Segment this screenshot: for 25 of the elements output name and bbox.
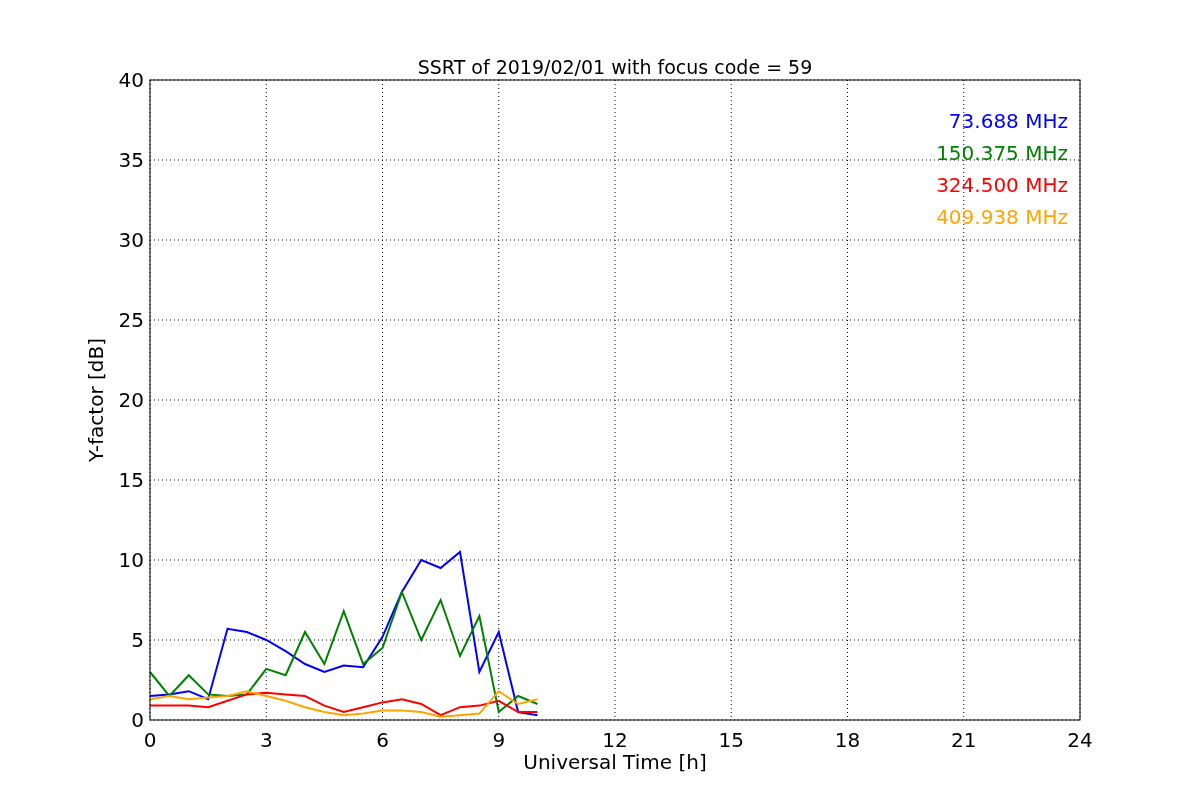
y-tick-label: 40: [118, 68, 144, 92]
legend-label: 150.375 MHz: [936, 141, 1068, 165]
x-tick-label: 0: [143, 728, 157, 752]
x-tick-label: 3: [259, 728, 273, 752]
y-tick-label: 10: [118, 548, 144, 572]
x-tick-label: 12: [602, 728, 628, 752]
y-axis-label: Y-factor [dB]: [84, 338, 108, 462]
y-tick-label: 35: [118, 148, 144, 172]
y-tick-label: 5: [131, 628, 144, 652]
y-tick-label: 0: [131, 708, 144, 732]
x-tick-label: 9: [492, 728, 506, 752]
x-tick-label: 18: [834, 728, 861, 752]
legend-label: 73.688 MHz: [948, 109, 1068, 133]
x-tick-label: 15: [718, 728, 744, 752]
x-axis-label: Universal Time [h]: [523, 750, 707, 774]
x-tick-label: 24: [1067, 728, 1093, 752]
chart-title: SSRT of 2019/02/01 with focus code = 59: [417, 56, 813, 78]
legend-label: 409.938 MHz: [936, 205, 1068, 229]
y-tick-label: 30: [118, 228, 144, 252]
legend-label: 324.500 MHz: [936, 173, 1068, 197]
y-tick-label: 20: [118, 388, 144, 412]
x-tick-label: 21: [951, 728, 977, 752]
y-tick-label: 15: [118, 468, 144, 492]
x-tick-label: 6: [376, 728, 389, 752]
y-tick-label: 25: [118, 308, 144, 332]
